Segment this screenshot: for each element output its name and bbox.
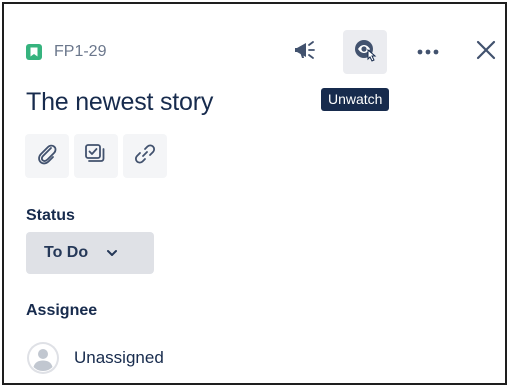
status-label: Status xyxy=(26,207,75,224)
story-icon xyxy=(26,44,42,60)
assignee-label: Assignee xyxy=(26,302,98,319)
feedback-button[interactable] xyxy=(285,30,329,74)
quick-action-bar xyxy=(25,134,172,178)
subtask-icon xyxy=(84,143,108,170)
issue-panel: FP1-29 Unwatch The newest story Status T… xyxy=(2,2,507,385)
more-icon xyxy=(416,43,440,61)
attach-button[interactable] xyxy=(25,134,69,178)
link-issue-button[interactable] xyxy=(123,134,167,178)
assignee-value: Unassigned xyxy=(74,348,164,367)
create-subtask-button[interactable] xyxy=(74,134,118,178)
issue-key-text: FP1-29 xyxy=(54,43,107,60)
paperclip-icon xyxy=(36,143,58,170)
more-button[interactable] xyxy=(406,30,450,74)
issue-title[interactable]: The newest story xyxy=(26,88,213,117)
issue-key-link[interactable]: FP1-29 xyxy=(26,42,106,62)
close-icon xyxy=(476,40,496,65)
assignee-field[interactable]: Unassigned xyxy=(26,341,164,375)
avatar xyxy=(27,342,59,374)
status-dropdown[interactable]: To Do xyxy=(26,232,154,274)
megaphone-icon xyxy=(294,39,320,66)
chevron-down-icon xyxy=(106,249,118,257)
watch-button[interactable] xyxy=(343,30,387,74)
unwatch-tooltip: Unwatch xyxy=(321,88,390,111)
status-value: To Do xyxy=(44,244,89,261)
link-icon xyxy=(134,143,156,170)
close-button[interactable] xyxy=(464,30,505,74)
eye-icon xyxy=(352,37,378,68)
